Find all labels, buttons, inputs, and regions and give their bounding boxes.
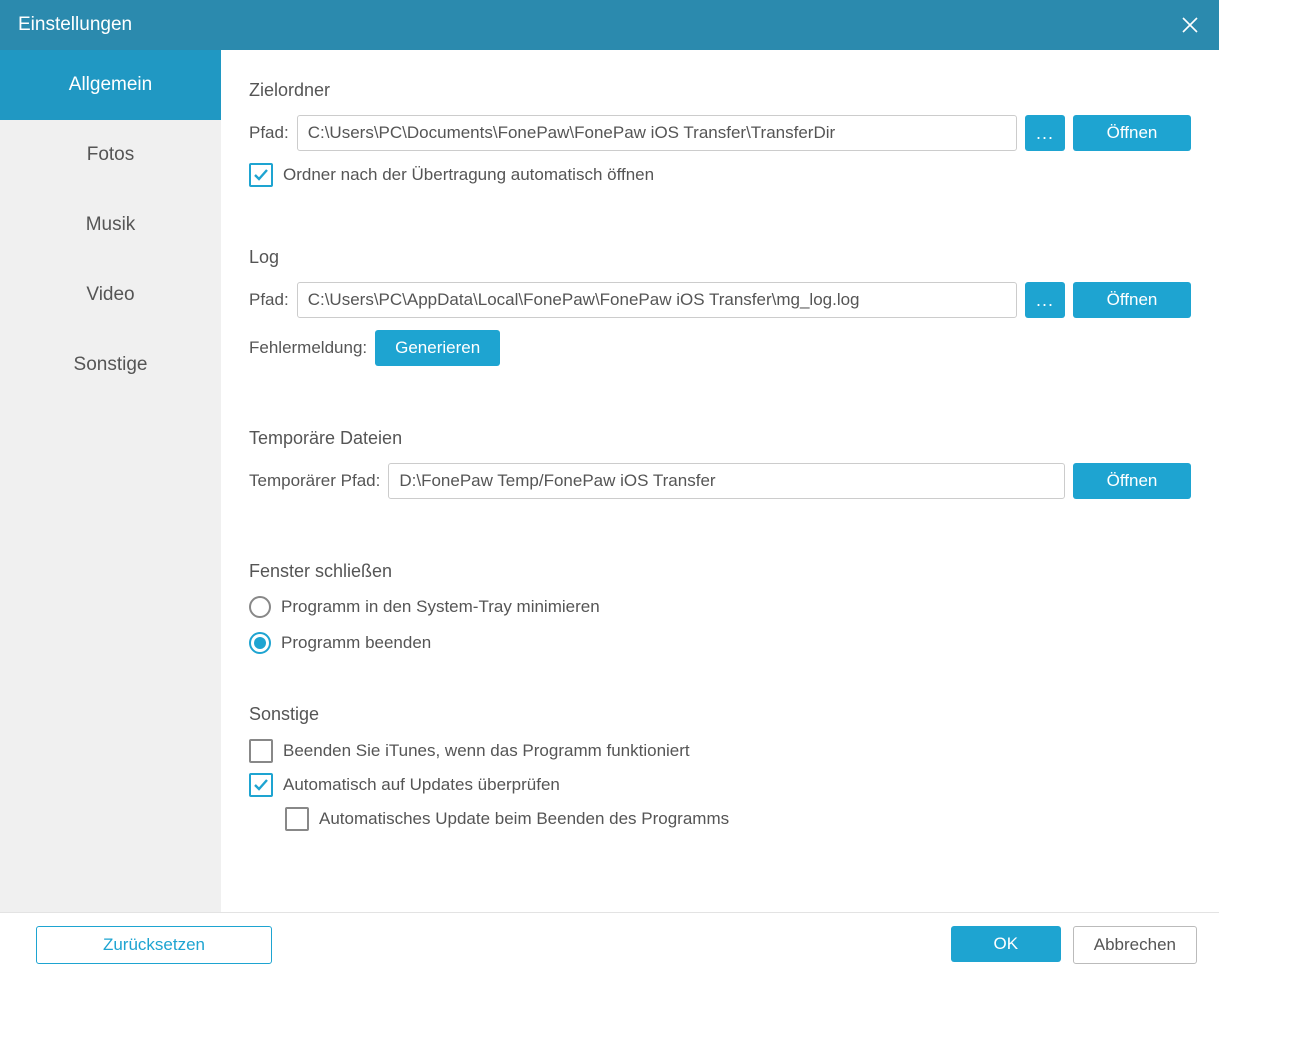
log-path-input[interactable] [297, 282, 1017, 318]
auto-update-checkbox[interactable] [249, 773, 273, 797]
sidebar-item-label: Fotos [87, 144, 135, 166]
auto-update-label: Automatisch auf Updates überprüfen [283, 775, 560, 795]
radio-exit[interactable] [249, 632, 271, 654]
generate-error-button[interactable]: Generieren [375, 330, 500, 366]
temp-path-label: Temporärer Pfad: [249, 471, 380, 491]
footer: Zurücksetzen OK Abbrechen [0, 912, 1219, 977]
section-log-heading: Log [249, 247, 1191, 268]
check-icon [253, 167, 269, 183]
auto-open-checkbox[interactable] [249, 163, 273, 187]
temp-open-button[interactable]: Öffnen [1073, 463, 1191, 499]
sidebar-item-other[interactable]: Sonstige [0, 330, 221, 400]
sidebar-item-label: Sonstige [74, 354, 148, 376]
section-close-heading: Fenster schließen [249, 561, 1191, 582]
temp-path-input[interactable] [388, 463, 1065, 499]
close-itunes-checkbox[interactable] [249, 739, 273, 763]
section-target-folder-heading: Zielordner [249, 80, 1191, 101]
sidebar-item-photos[interactable]: Fotos [0, 120, 221, 190]
auto-update-on-exit-label: Automatisches Update beim Beenden des Pr… [319, 809, 729, 829]
section-temp-heading: Temporäre Dateien [249, 428, 1191, 449]
radio-exit-label: Programm beenden [281, 633, 431, 653]
ok-button[interactable]: OK [951, 926, 1061, 962]
log-browse-button[interactable]: ... [1025, 282, 1065, 318]
log-path-label: Pfad: [249, 290, 289, 310]
radio-minimize[interactable] [249, 596, 271, 618]
error-report-label: Fehlermeldung: [249, 338, 367, 358]
check-icon [253, 777, 269, 793]
sidebar-item-video[interactable]: Video [0, 260, 221, 330]
sidebar-item-label: Musik [86, 214, 136, 236]
radio-minimize-label: Programm in den System-Tray minimieren [281, 597, 600, 617]
section-other-heading: Sonstige [249, 704, 1191, 725]
sidebar-item-label: Allgemein [69, 74, 152, 96]
auto-update-on-exit-checkbox[interactable] [285, 807, 309, 831]
close-icon [1180, 15, 1200, 35]
auto-open-label: Ordner nach der Übertragung automatisch … [283, 165, 654, 185]
reset-button[interactable]: Zurücksetzen [36, 926, 272, 964]
content-panel: Zielordner Pfad: ... Öffnen Ordner nach … [221, 50, 1219, 912]
target-path-label: Pfad: [249, 123, 289, 143]
window-title: Einstellungen [18, 14, 132, 36]
close-itunes-label: Beenden Sie iTunes, wenn das Programm fu… [283, 741, 690, 761]
target-path-input[interactable] [297, 115, 1017, 151]
sidebar-item-label: Video [86, 284, 134, 306]
target-browse-button[interactable]: ... [1025, 115, 1065, 151]
close-button[interactable] [1177, 12, 1203, 38]
target-open-button[interactable]: Öffnen [1073, 115, 1191, 151]
sidebar-item-general[interactable]: Allgemein [0, 50, 221, 120]
log-open-button[interactable]: Öffnen [1073, 282, 1191, 318]
sidebar-item-music[interactable]: Musik [0, 190, 221, 260]
titlebar: Einstellungen [0, 0, 1219, 50]
cancel-button[interactable]: Abbrechen [1073, 926, 1197, 964]
sidebar: Allgemein Fotos Musik Video Sonstige [0, 50, 221, 912]
